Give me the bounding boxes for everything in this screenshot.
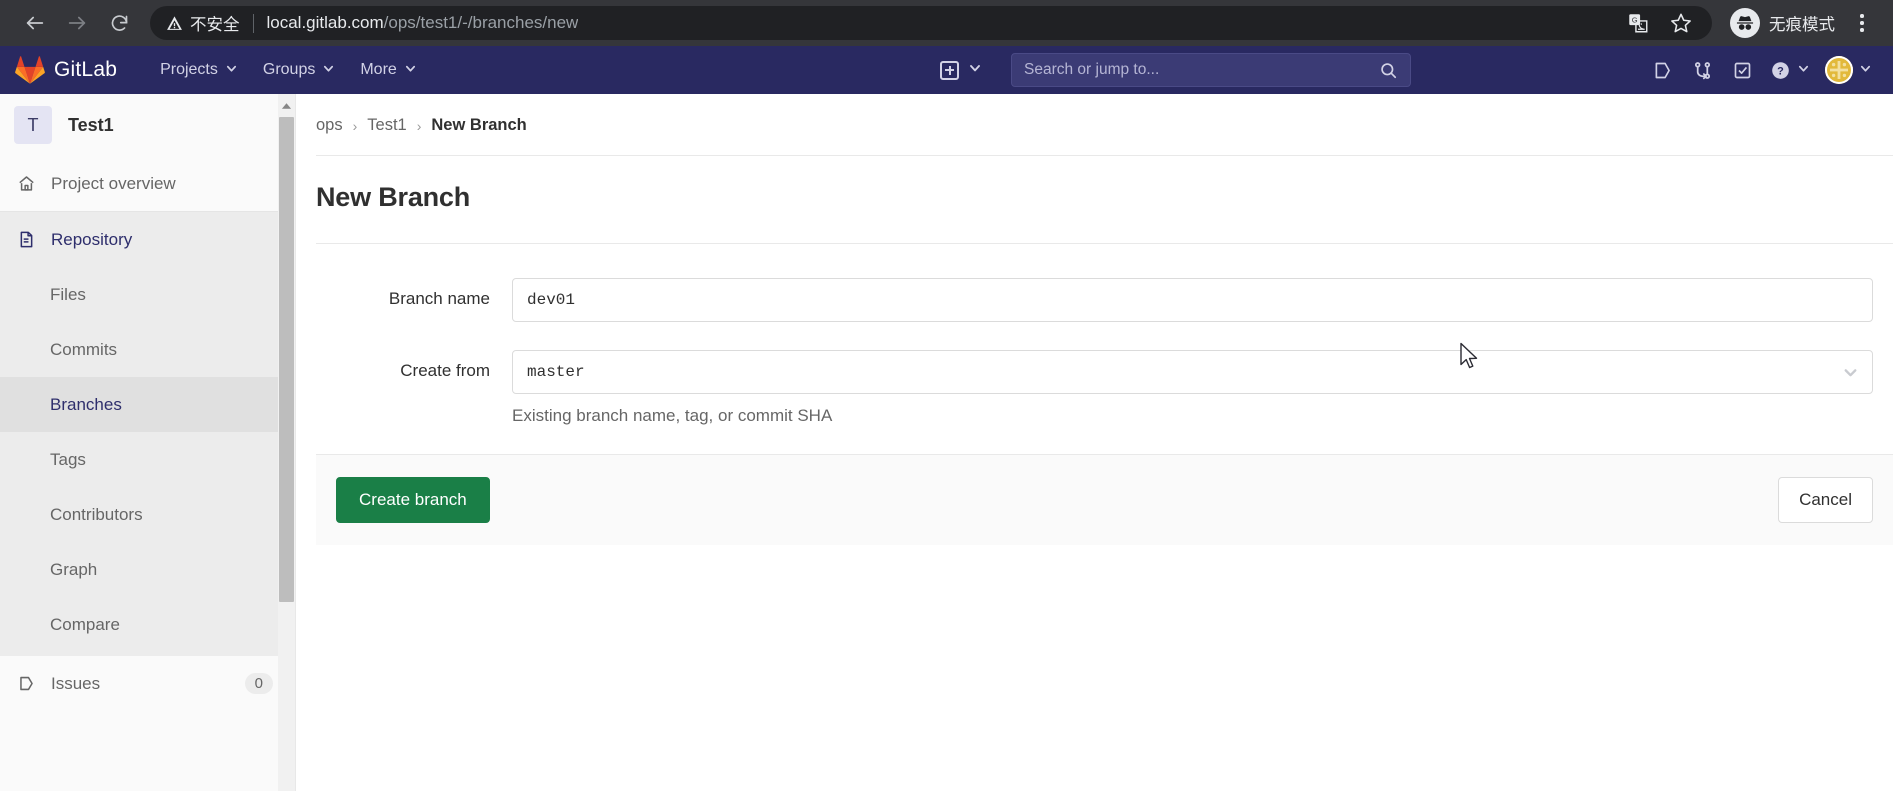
breadcrumb-group[interactable]: ops	[316, 116, 343, 135]
reload-icon[interactable]	[98, 2, 140, 44]
search-icon[interactable]	[1379, 61, 1398, 80]
document-icon	[16, 230, 36, 249]
breadcrumb-separator: ›	[416, 117, 422, 134]
issues-count-badge: 0	[244, 673, 273, 694]
sidebar-label-issues: Issues	[51, 673, 101, 693]
label-branch-name: Branch name	[388, 289, 490, 308]
kebab-menu-icon[interactable]	[1845, 14, 1879, 32]
omnibox-divider	[252, 13, 254, 33]
gitlab-navbar: GitLab Projects Groups More Search or ju…	[0, 46, 1893, 94]
sidebar-item-compare[interactable]: Compare	[0, 597, 295, 652]
project-name: Test1	[68, 114, 114, 135]
sidebar-item-commits[interactable]: Commits	[0, 322, 295, 377]
url-text: local.gitlab.com/ops/test1/-/branches/ne…	[267, 13, 579, 33]
form-row-branch-name: Branch name	[296, 278, 1893, 322]
help-icon[interactable]: ?	[1762, 53, 1817, 87]
form-row-create-from: Create from Existing branch name, tag, o…	[296, 350, 1893, 426]
sidebar-item-contributors[interactable]: Contributors	[0, 487, 295, 542]
svg-text:?: ?	[1777, 65, 1784, 77]
scrollbar-thumb[interactable]	[279, 117, 294, 602]
sidebar-label-project-overview: Project overview	[51, 173, 176, 193]
incognito-indicator[interactable]: 无痕模式	[1730, 8, 1835, 38]
nav-projects-label: Projects	[160, 61, 218, 78]
chevron-down-icon	[1860, 61, 1871, 79]
chevron-down-icon	[1798, 61, 1809, 79]
nav-projects[interactable]: Projects	[147, 55, 250, 85]
navbar-right-icons: ?	[1642, 53, 1879, 87]
translate-icon[interactable]: G	[1628, 13, 1648, 33]
sidebar-item-repository[interactable]: Repository	[0, 212, 295, 267]
chevron-down-icon	[226, 61, 237, 79]
todos-icon[interactable]	[1722, 53, 1762, 87]
nav-more-label: More	[360, 61, 397, 78]
chevron-down-icon[interactable]	[969, 61, 981, 79]
issues-icon[interactable]	[1642, 53, 1682, 87]
search-input[interactable]	[1024, 61, 1379, 79]
home-icon	[16, 174, 36, 193]
main-content: ops › Test1 › New Branch New Branch Bran…	[296, 94, 1893, 791]
label-create-from: Create from	[400, 361, 490, 380]
breadcrumb-separator: ›	[352, 117, 358, 134]
breadcrumb: ops › Test1 › New Branch	[296, 94, 1893, 155]
incognito-icon	[1730, 8, 1760, 38]
sidebar-scrollbar[interactable]	[278, 94, 295, 791]
page-title: New Branch	[316, 182, 471, 212]
url-host: local.gitlab.com	[266, 13, 384, 32]
url-path: /ops/test1/-/branches/new	[383, 13, 579, 32]
address-bar[interactable]: 不安全 local.gitlab.com/ops/test1/-/branche…	[150, 6, 1712, 40]
user-avatar[interactable]	[1817, 53, 1879, 87]
project-avatar: T	[14, 106, 52, 144]
star-icon[interactable]	[1670, 12, 1692, 34]
branch-name-input[interactable]	[512, 278, 1873, 322]
nav-groups-label: Groups	[262, 61, 316, 78]
sidebar-label-repository: Repository	[51, 229, 133, 249]
breadcrumb-current: New Branch	[431, 116, 527, 134]
incognito-label: 无痕模式	[1769, 15, 1835, 34]
security-warning-text: 不安全	[190, 15, 240, 34]
sidebar-project-header[interactable]: T Test1	[0, 94, 295, 156]
sidebar-item-project-overview[interactable]: Project overview	[0, 156, 295, 211]
create-from-select[interactable]	[512, 350, 1873, 394]
merge-requests-icon[interactable]	[1682, 53, 1722, 87]
security-warning-icon	[166, 15, 183, 32]
browser-toolbar: 不安全 local.gitlab.com/ops/test1/-/branche…	[0, 0, 1893, 46]
cancel-button[interactable]: Cancel	[1778, 477, 1873, 523]
navbar-menu: Projects Groups More	[147, 55, 429, 85]
sidebar-item-issues[interactable]: Issues 0	[0, 656, 295, 711]
sidebar-item-branches[interactable]: Branches	[0, 377, 295, 432]
gitlab-tanuki-logo[interactable]	[15, 55, 45, 85]
create-from-helper-text: Existing branch name, tag, or commit SHA	[512, 406, 833, 425]
scroll-up-arrow-icon[interactable]	[278, 94, 295, 117]
plus-square-icon[interactable]	[940, 60, 959, 80]
sidebar-repository-submenu: Files Commits Branches Tags Contributors…	[0, 267, 295, 656]
breadcrumb-project[interactable]: Test1	[367, 116, 406, 135]
avatar	[1825, 56, 1853, 84]
svg-text:G: G	[1632, 16, 1638, 25]
back-arrow-icon[interactable]	[14, 2, 56, 44]
issues-icon	[16, 674, 36, 693]
chevron-down-icon	[405, 61, 416, 79]
gitlab-brand-text[interactable]: GitLab	[54, 58, 117, 82]
sidebar-item-files[interactable]: Files	[0, 267, 295, 322]
new-branch-form: Branch name Create from Existing branch …	[296, 244, 1893, 426]
app-shell: T Test1 Project overview Repository File…	[0, 94, 1893, 791]
sidebar-item-graph[interactable]: Graph	[0, 542, 295, 597]
chevron-down-icon	[323, 61, 334, 79]
nav-more[interactable]: More	[347, 55, 428, 85]
navbar-search[interactable]	[1011, 53, 1411, 87]
forward-arrow-icon[interactable]	[56, 2, 98, 44]
create-branch-button[interactable]: Create branch	[336, 477, 490, 523]
nav-groups[interactable]: Groups	[250, 55, 347, 85]
form-actions: Create branch Cancel	[316, 455, 1893, 545]
sidebar-item-tags[interactable]: Tags	[0, 432, 295, 487]
project-sidebar: T Test1 Project overview Repository File…	[0, 94, 296, 791]
create-from-input[interactable]	[512, 350, 1873, 394]
